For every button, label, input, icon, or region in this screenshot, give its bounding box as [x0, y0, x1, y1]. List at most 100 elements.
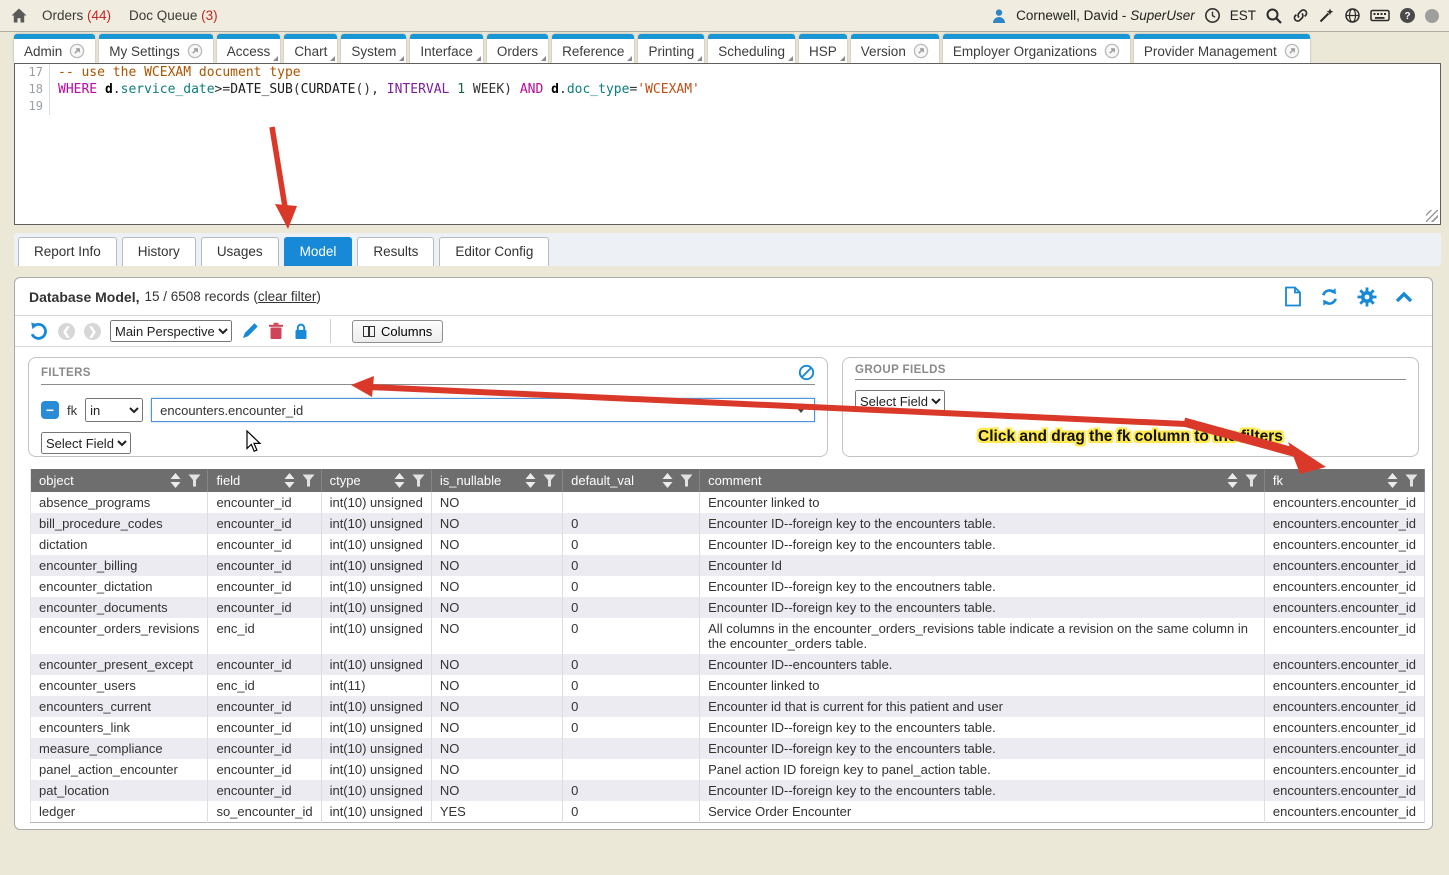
history-forward-button[interactable]: ❯: [84, 323, 101, 340]
column-header-comment[interactable]: comment: [700, 469, 1265, 492]
clock-icon[interactable]: [1204, 7, 1221, 24]
lock-icon[interactable]: [293, 322, 309, 340]
undo-icon[interactable]: [29, 321, 49, 341]
column-header-object[interactable]: object: [31, 469, 208, 492]
nav-tab-my-settings[interactable]: My Settings: [99, 34, 213, 63]
refresh-icon[interactable]: [1319, 287, 1340, 307]
table-row[interactable]: measure_complianceencounter_idint(10) un…: [31, 738, 1425, 759]
nav-tab-admin[interactable]: Admin: [14, 34, 95, 63]
table-row[interactable]: encounter_documentsencounter_idint(10) u…: [31, 597, 1425, 618]
nav-tab-employer-organizations[interactable]: Employer Organizations: [943, 34, 1130, 63]
result-tab-model[interactable]: Model: [284, 237, 353, 266]
column-header-default_val[interactable]: default_val: [563, 469, 700, 492]
result-tab-editor-config[interactable]: Editor Config: [439, 237, 549, 266]
popout-icon[interactable]: [1104, 43, 1120, 59]
result-tab-usages[interactable]: Usages: [201, 237, 279, 266]
popout-icon[interactable]: [69, 43, 85, 59]
table-row[interactable]: pat_locationencounter_idint(10) unsigned…: [31, 780, 1425, 801]
table-cell: encounters.encounter_id: [1264, 801, 1424, 823]
filter-funnel-icon[interactable]: [412, 474, 425, 487]
editor-line[interactable]: 19: [15, 98, 1440, 115]
home-icon[interactable]: [10, 7, 28, 24]
filter-funnel-icon[interactable]: [1245, 474, 1258, 487]
topbar-link[interactable]: Orders (44): [42, 8, 111, 23]
column-header-fk[interactable]: fk: [1264, 469, 1424, 492]
user-name[interactable]: Cornewell, David - SuperUser: [1016, 8, 1195, 23]
sort-icon[interactable]: [170, 473, 181, 488]
remove-filter-button[interactable]: −: [41, 401, 59, 419]
nav-tab-reference[interactable]: Reference: [552, 34, 634, 63]
help-icon[interactable]: ?: [1399, 7, 1416, 24]
result-tab-report-info[interactable]: Report Info: [18, 237, 117, 266]
column-header-field[interactable]: field: [208, 469, 321, 492]
result-tab-history[interactable]: History: [122, 237, 196, 266]
filter-funnel-icon[interactable]: [302, 474, 315, 487]
nav-tab-chart[interactable]: Chart: [284, 34, 337, 63]
popout-icon[interactable]: [187, 43, 203, 59]
nav-tab-orders[interactable]: Orders: [487, 34, 548, 63]
filter-funnel-icon[interactable]: [1405, 474, 1418, 487]
table-row[interactable]: panel_action_encounterencounter_idint(10…: [31, 759, 1425, 780]
table-row[interactable]: encounter_dictationencounter_idint(10) u…: [31, 576, 1425, 597]
sort-icon[interactable]: [284, 473, 295, 488]
table-row[interactable]: encounters_currentencounter_idint(10) un…: [31, 696, 1425, 717]
nav-tab-interface[interactable]: Interface: [410, 34, 483, 63]
sort-icon[interactable]: [662, 473, 673, 488]
editor-line[interactable]: 17-- use the WCEXAM document type: [15, 64, 1440, 81]
nav-tab-scheduling[interactable]: Scheduling: [708, 34, 795, 63]
nav-tab-version[interactable]: Version: [851, 34, 939, 63]
clear-filters-icon[interactable]: [798, 364, 815, 381]
nav-tab-access[interactable]: Access: [217, 34, 281, 63]
filter-group-row: FILTERS − fk in encounters.encounter_id …: [15, 347, 1432, 457]
table-row[interactable]: dictationencounter_idint(10) unsignedNO0…: [31, 534, 1425, 555]
editor-resize-handle[interactable]: [1426, 210, 1438, 222]
sort-icon[interactable]: [1227, 473, 1238, 488]
link-icon[interactable]: [1292, 7, 1309, 24]
result-tab-results[interactable]: Results: [357, 237, 434, 266]
keyboard-icon[interactable]: [1370, 8, 1390, 23]
clear-filter-link[interactable]: clear filter: [258, 289, 317, 304]
table-row[interactable]: encounter_present_exceptencounter_idint(…: [31, 654, 1425, 675]
collapse-panel-icon[interactable]: [1394, 290, 1414, 304]
sort-icon[interactable]: [394, 473, 405, 488]
search-icon[interactable]: [1265, 7, 1283, 25]
table-row[interactable]: encounter_billingencounter_idint(10) uns…: [31, 555, 1425, 576]
combobox-caret-icon[interactable]: [796, 407, 806, 413]
column-header-ctype[interactable]: ctype: [321, 469, 431, 492]
new-document-icon[interactable]: [1283, 286, 1302, 307]
column-header-is_nullable[interactable]: is_nullable: [431, 469, 562, 492]
table-row[interactable]: encounter_orders_revisionsenc_idint(10) …: [31, 618, 1425, 654]
table-row[interactable]: absence_programsencounter_idint(10) unsi…: [31, 492, 1425, 513]
perspective-select[interactable]: Main Perspective: [110, 320, 232, 342]
edit-pencil-icon[interactable]: [241, 322, 259, 340]
table-row[interactable]: encounters_linkencounter_idint(10) unsig…: [31, 717, 1425, 738]
nav-tab-system[interactable]: System: [341, 34, 406, 63]
group-field-select[interactable]: Select Field: [855, 390, 945, 412]
popout-icon[interactable]: [1284, 43, 1300, 59]
table-row[interactable]: ledgerso_encounter_idint(10) unsignedYES…: [31, 801, 1425, 823]
add-filter-field-select[interactable]: Select Field: [41, 432, 131, 454]
gear-icon[interactable]: [1357, 287, 1377, 307]
filter-funnel-icon[interactable]: [543, 474, 556, 487]
columns-button[interactable]: Columns: [352, 320, 443, 343]
sort-icon[interactable]: [525, 473, 536, 488]
popout-icon[interactable]: [913, 43, 929, 59]
table-cell: encounters.encounter_id: [1264, 513, 1424, 534]
filter-funnel-icon[interactable]: [188, 474, 201, 487]
filter-operator-select[interactable]: in: [85, 398, 143, 422]
nav-tab-printing[interactable]: Printing: [638, 34, 704, 63]
delete-trash-icon[interactable]: [268, 322, 284, 340]
sort-icon[interactable]: [1387, 473, 1398, 488]
filter-value-combobox[interactable]: encounters.encounter_id: [151, 398, 815, 422]
topbar-link[interactable]: Doc Queue (3): [129, 8, 218, 23]
nav-tab-hsp[interactable]: HSP: [799, 34, 847, 63]
editor-line[interactable]: 18WHERE d.service_date>=DATE_SUB(CURDATE…: [15, 81, 1440, 98]
filter-funnel-icon[interactable]: [680, 474, 693, 487]
wand-icon[interactable]: [1318, 7, 1335, 24]
table-row[interactable]: bill_procedure_codesencounter_idint(10) …: [31, 513, 1425, 534]
history-back-button[interactable]: ❮: [58, 323, 75, 340]
nav-tab-provider-management[interactable]: Provider Management: [1134, 34, 1310, 63]
sql-editor[interactable]: 17-- use the WCEXAM document type18WHERE…: [14, 63, 1441, 225]
globe-icon[interactable]: [1344, 7, 1361, 24]
table-row[interactable]: encounter_usersenc_idint(11)NO0Encounter…: [31, 675, 1425, 696]
